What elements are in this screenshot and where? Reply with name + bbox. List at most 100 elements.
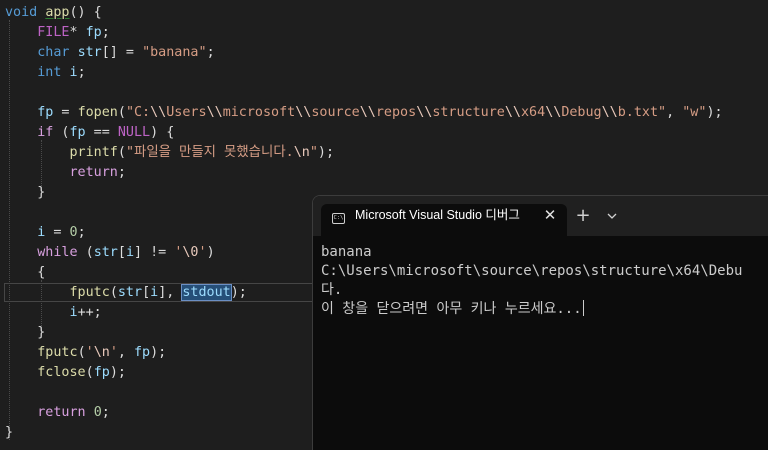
code-token: } [5,325,46,340]
code-token: ; [77,225,86,240]
code-token: [ [142,285,151,300]
console-line: banana [321,244,372,260]
code-token: \\ [416,105,433,120]
terminal-titlebar[interactable]: C:\ Microsoft Visual Studio 디버그 ✕ + [313,196,768,236]
code-token: ); [150,345,167,360]
code-line[interactable]: return; [5,163,126,183]
code-token: ) { [150,125,175,140]
code-token: i [150,285,159,300]
code-token: microsoft [222,105,296,120]
code-line[interactable]: fclose(fp); [5,363,126,383]
code-token: ++; [77,305,102,320]
code-token: = [53,105,78,120]
code-token: \\ [206,105,223,120]
code-token: ' [85,345,94,360]
code-token: ); [109,365,126,380]
code-token: fputc [37,345,78,360]
code-token: str [77,45,102,60]
code-token: NULL [117,125,151,140]
code-token: fp [85,25,102,40]
code-token: stdout [181,284,232,301]
terminal-tab[interactable]: C:\ Microsoft Visual Studio 디버그 ✕ [321,204,567,236]
code-token: ) [206,245,215,260]
code-line[interactable]: fputc('\n', fp); [5,343,166,363]
code-line[interactable]: } [5,323,45,343]
code-token: \\ [295,105,312,120]
code-token: ); [706,105,723,120]
code-line[interactable]: } [5,423,13,443]
code-token: == [85,125,118,140]
code-line[interactable]: fp = fopen("C:\\Users\\microsoft\\source… [5,103,723,123]
code-token: \\ [601,105,618,120]
code-line[interactable]: FILE* fp; [5,23,110,43]
code-line[interactable]: void app() { [5,3,102,23]
code-line[interactable]: int i; [5,63,86,83]
code-token: i [69,305,78,320]
code-line[interactable]: i++; [5,303,102,323]
code-token: b.txt" [617,105,667,120]
code-line[interactable]: i = 0; [5,223,86,243]
code-token: , [666,105,683,120]
code-token: fp [69,125,86,140]
code-token: Users [166,105,207,120]
code-token: structure [432,105,505,120]
text-cursor [582,300,584,316]
code-token: " [309,145,318,160]
code-token: ], [158,285,183,300]
chevron-down-icon[interactable] [603,206,621,228]
code-token: "C: [125,105,151,120]
new-tab-button[interactable]: + [572,206,594,228]
code-token: fopen [77,105,118,120]
code-token: ( [77,245,94,260]
code-token: "banana" [142,45,207,60]
code-line[interactable]: fputc(str[i], stdout); [5,283,247,303]
console-output[interactable]: banana C:\Users\microsoft\source\repos\s… [313,236,768,450]
code-token: app [45,5,70,20]
code-token: , [117,345,134,360]
code-token: "w" [682,105,707,120]
code-token: \n [293,145,310,160]
code-token: \\ [545,105,562,120]
code-token: return [69,165,118,180]
console-prompt-text: 이 창을 닫으려면 아무 키나 누르세요... [321,301,582,317]
code-token: x64 [521,105,546,120]
code-token: ( [109,285,118,300]
code-token: void [5,5,38,20]
code-token: while [37,245,78,260]
code-line[interactable]: { [5,263,45,283]
console-icon: C:\ [332,213,345,224]
code-token: 0 [69,225,78,240]
code-token: str [93,245,118,260]
debug-console-window[interactable]: C:\ Microsoft Visual Studio 디버그 ✕ + bana… [312,195,768,450]
code-token: = [45,225,70,240]
code-token: } [5,425,14,440]
code-token: ( [117,105,126,120]
code-token: ; [77,65,86,80]
code-token: ] != [134,245,175,260]
code-token: if [37,125,54,140]
code-line[interactable]: return 0; [5,403,110,423]
close-icon[interactable]: ✕ [541,204,559,226]
code-token: str [117,285,143,300]
code-token: ( [85,365,94,380]
code-token: \n [93,345,110,360]
code-token: ); [230,285,247,300]
code-token: \0 [182,245,199,260]
code-line[interactable]: } [5,183,45,203]
code-line[interactable]: while (str[i] != '\0') [5,243,215,263]
code-line[interactable]: char str[] = "banana"; [5,43,214,63]
code-token: repos [375,105,417,120]
code-line[interactable]: printf("파일을 만들지 못했습니다.\n"); [5,143,335,163]
console-line: C:\Users\microsoft\source\repos\structur… [321,263,743,279]
code-token: Debug [561,105,602,120]
code-line[interactable]: if (fp == NULL) { [5,123,174,143]
